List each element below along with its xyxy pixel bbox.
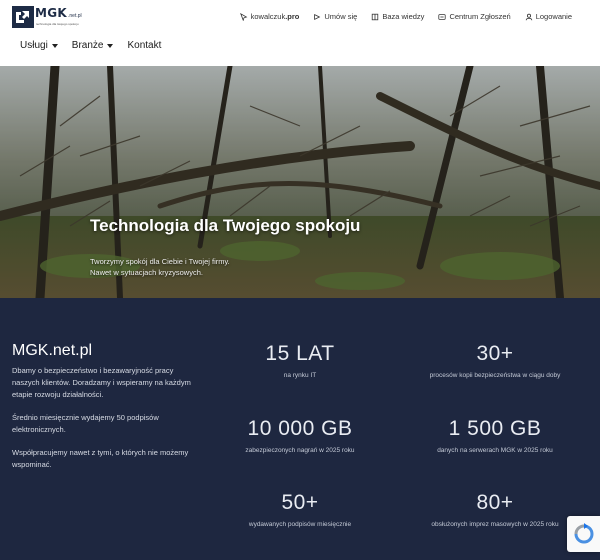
- toplink-kowalczuk-label: kowalczuk: [250, 12, 286, 21]
- toplink-centrum-zgloszen[interactable]: Centrum Zgłoszeń: [438, 12, 511, 21]
- main-nav: Usługi Branże Kontakt: [20, 40, 161, 51]
- stat-label: na rynku IT: [283, 372, 317, 379]
- stat-events: 80+ obsłużonych imprez masowych w 2025 r…: [395, 491, 595, 528]
- stat-value: 15 LAT: [265, 342, 335, 365]
- about-paragraph: Współpracujemy nawet z tymi, o których n…: [12, 448, 189, 469]
- chevron-down-icon: [51, 43, 58, 48]
- toplink-centrum-zgloszen-label: Centrum Zgłoszeń: [449, 12, 511, 21]
- nav-item-uslugi-label: Usługi: [20, 40, 48, 51]
- nav-item-kontakt-label: Kontakt: [127, 40, 162, 51]
- toplink-logowanie-label: Logowanie: [535, 12, 572, 21]
- nav-item-branze-label: Branże: [71, 40, 104, 51]
- stats-section: MGK.net.pl Dbamy o bezpieczeństwo i beza…: [0, 298, 600, 560]
- cursor-icon: [239, 12, 247, 21]
- hero-banner: Technologia dla Twojego spokoju Tworzymy…: [0, 66, 600, 298]
- toplink-baza-wiedzy[interactable]: Baza wiedzy: [371, 12, 424, 21]
- nav-item-kontakt[interactable]: Kontakt: [127, 40, 161, 51]
- stat-backups: 30+ procesów kopii bezpieczeństwa w ciąg…: [395, 342, 595, 379]
- chevron-down-icon: [107, 43, 114, 48]
- logo-name: MGK: [35, 6, 67, 20]
- stat-label: procesów kopii bezpieczeństwa w ciągu do…: [429, 372, 561, 379]
- stat-value: 1 500 GB: [448, 417, 542, 440]
- stat-server-data: 1 500 GB danych na serwerach MGK w 2025 …: [395, 417, 595, 454]
- toplink-kowalczuk-bold: .pro: [285, 12, 300, 21]
- toplink-baza-wiedzy-label: Baza wiedzy: [382, 12, 425, 21]
- stat-value: 30+: [476, 342, 514, 365]
- logo-suffix: .net.pl: [68, 13, 82, 19]
- book-icon: [372, 13, 379, 20]
- nav-item-uslugi[interactable]: Usługi: [20, 40, 58, 51]
- about-paragraph: Średnio miesięcznie wydajemy 50 podpisów…: [12, 413, 159, 434]
- stat-value: 80+: [476, 491, 514, 514]
- toplink-umow-sie[interactable]: Umów się: [313, 12, 357, 21]
- hero-subtitle-line-2: Nawet w sytuacjach kryzysowych.: [90, 268, 203, 277]
- stat-signatures: 50+ wydawanych podpisów miesięcznie: [200, 491, 400, 528]
- logo-mark-icon: [12, 6, 34, 30]
- stat-label: zabezpieczonych nagrań w 2025 roku: [245, 447, 355, 454]
- hero-subtitle: Tworzymy spokój dla Ciebie i Twojej firm…: [90, 256, 230, 278]
- arrow-icon: [314, 13, 321, 20]
- stat-label: wydawanych podpisów miesięcznie: [248, 521, 352, 528]
- stat-recordings: 10 000 GB zabezpieczonych nagrań w 2025 …: [200, 417, 400, 454]
- nav-item-branze[interactable]: Branże: [72, 40, 114, 51]
- about-title: MGK.net.pl: [12, 342, 93, 359]
- logo-tagline: technologia dla twojego spokoju: [36, 22, 79, 26]
- hero-subtitle-line-1: Tworzymy spokój dla Ciebie i Twojej firm…: [90, 257, 230, 266]
- toplink-umow-sie-label: Umów się: [324, 12, 358, 21]
- stat-value: 50+: [281, 491, 319, 514]
- ticket-icon: [438, 13, 447, 20]
- about-paragraph: Dbamy o bezpieczeństwo i bezawaryjność p…: [12, 366, 191, 399]
- hero-title: Technologia dla Twojego spokoju: [90, 216, 361, 235]
- logo[interactable]: MGK .net.pl technologia dla twojego spok…: [12, 6, 82, 30]
- about-text: Dbamy o bezpieczeństwo i bezawaryjność p…: [12, 365, 202, 482]
- toplink-kowalczuk[interactable]: kowalczuk.pro: [239, 12, 300, 21]
- user-icon: [525, 13, 532, 20]
- stat-years: 15 LAT na rynku IT: [200, 342, 400, 379]
- top-links: kowalczuk.pro Umów się Baza wiedzy Centr…: [239, 12, 572, 21]
- recaptcha-badge[interactable]: [567, 516, 600, 552]
- stat-label: obsłużonych imprez masowych w 2025 roku: [431, 521, 559, 528]
- top-bar: MGK .net.pl technologia dla twojego spok…: [0, 0, 600, 36]
- stat-value: 10 000 GB: [247, 417, 353, 440]
- stat-label: danych na serwerach MGK w 2025 roku: [437, 447, 553, 454]
- recaptcha-icon: [574, 523, 593, 544]
- toplink-logowanie[interactable]: Logowanie: [525, 12, 572, 21]
